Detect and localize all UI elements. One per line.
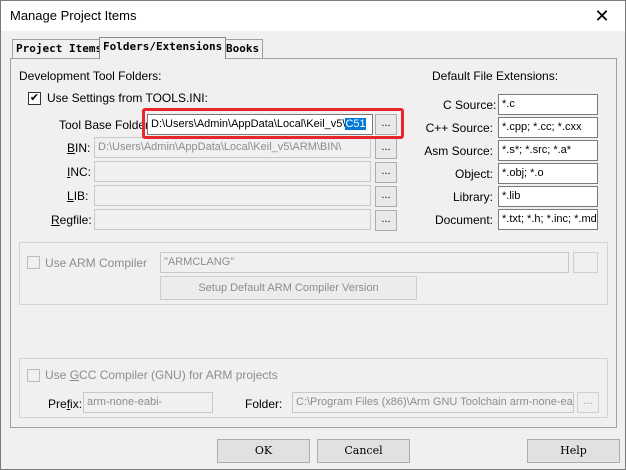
gcc-folder-label: Folder: [245, 397, 283, 411]
lib-input[interactable] [94, 185, 371, 206]
ext-object-input[interactable]: *.obj; *.o [498, 163, 598, 184]
lib-browse-button[interactable]: ... [375, 186, 397, 207]
bin-label: BIN: [67, 141, 91, 155]
window-title: Manage Project Items [10, 8, 137, 23]
arm-compiler-dropdown-button[interactable] [573, 252, 598, 273]
ext-object-label: Object: [454, 167, 493, 181]
tool-base-folder-browse-button[interactable]: ... [375, 114, 397, 135]
title-bar: Manage Project Items ✕ [1, 1, 625, 31]
ext-asm-source-label: Asm Source: [424, 144, 493, 158]
regfile-browse-button[interactable]: ... [375, 210, 397, 231]
ext-document-label: Document: [434, 213, 493, 227]
default-extensions-label: Default File Extensions: [432, 69, 559, 83]
ext-library-input[interactable]: *.lib [498, 186, 598, 207]
ext-cpp-source-label: C++ Source: [425, 121, 493, 135]
cancel-button[interactable]: Cancel [317, 439, 410, 463]
use-tools-ini-checkbox[interactable]: ✔ [28, 92, 41, 105]
help-button[interactable]: Help [527, 439, 620, 463]
gcc-prefix-label: Prefix: [48, 397, 83, 411]
gcc-folder-browse-button[interactable]: ... [577, 392, 599, 413]
setup-arm-compiler-button[interactable]: Setup Default ARM Compiler Version [160, 276, 417, 300]
ext-cpp-source-input[interactable]: *.cpp; *.cc; *.cxx [498, 117, 598, 138]
inc-input[interactable] [94, 161, 371, 182]
manage-project-items-dialog: Manage Project Items ✕ Project Items Fol… [0, 0, 626, 470]
inc-browse-button[interactable]: ... [375, 162, 397, 183]
tool-base-folder-path: D:\Users\Admin\AppData\Local\Keil_v5\ [151, 118, 346, 130]
lib-label: LIB: [67, 189, 89, 203]
ext-document-input[interactable]: *.txt; *.h; *.inc; *.md [498, 209, 598, 230]
regfile-label: Regfile: [51, 213, 92, 227]
use-arm-compiler-label: Use ARM Compiler [45, 256, 148, 270]
bin-input[interactable]: D:\Users\Admin\AppData\Local\Keil_v5\ARM… [94, 137, 371, 158]
close-icon[interactable]: ✕ [579, 1, 625, 31]
ext-asm-source-input[interactable]: *.s*; *.src; *.a* [498, 140, 598, 161]
arm-compiler-select[interactable]: "ARMCLANG" [160, 252, 569, 273]
use-arm-compiler-checkbox[interactable] [27, 256, 40, 269]
tool-base-folder-label: Tool Base Folder: [59, 118, 153, 132]
tab-folders-extensions[interactable]: Folders/Extensions [99, 37, 227, 59]
tab-project-items[interactable]: Project Items [12, 39, 107, 58]
ext-library-label: Library: [452, 190, 493, 204]
inc-label: INC: [67, 165, 92, 179]
use-gcc-compiler-checkbox[interactable] [27, 369, 40, 382]
tool-base-folder-input[interactable]: D:\Users\Admin\AppData\Local\Keil_v5\C51 [147, 114, 373, 135]
ext-c-source-label: C Source: [443, 98, 497, 112]
use-tools-ini-label: Use Settings from TOOLS.INI: [47, 91, 208, 105]
regfile-input[interactable] [94, 209, 371, 230]
bin-browse-button[interactable]: ... [375, 138, 397, 159]
dev-tool-folders-label: Development Tool Folders: [19, 69, 162, 83]
use-gcc-compiler-label: Use GCC Compiler (GNU) for ARM projects [45, 368, 278, 382]
gcc-folder-input[interactable]: C:\Program Files (x86)\Arm GNU Toolchain… [292, 392, 574, 413]
ok-button[interactable]: OK [217, 439, 310, 463]
tool-base-folder-selection: C51 [345, 118, 366, 130]
gcc-prefix-input[interactable]: arm-none-eabi- [83, 392, 213, 413]
ext-c-source-input[interactable]: *.c [498, 94, 598, 115]
tab-books[interactable]: Books [222, 39, 264, 58]
